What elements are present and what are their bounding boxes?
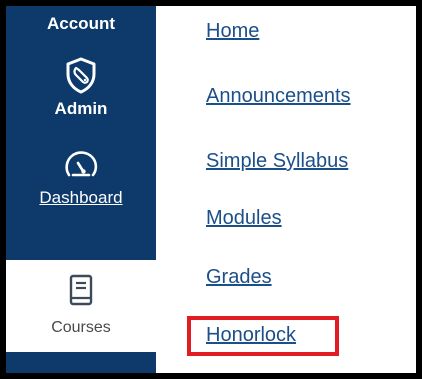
global-nav-admin[interactable]: Admin <box>6 56 156 119</box>
global-navigation: Account Admin Dashboard Courses <box>6 6 156 373</box>
course-nav-announcements[interactable]: Announcements <box>206 85 351 108</box>
course-nav-modules[interactable]: Modules <box>206 207 282 230</box>
account-label: Account <box>47 14 115 33</box>
courses-label: Courses <box>51 319 111 336</box>
shield-wrench-icon <box>6 56 156 99</box>
global-nav-dashboard[interactable]: Dashboard <box>6 149 156 208</box>
global-nav-courses[interactable]: Courses <box>6 260 156 352</box>
course-nav-simple-syllabus[interactable]: Simple Syllabus <box>206 150 348 173</box>
dashboard-label: Dashboard <box>39 188 123 207</box>
course-navigation: Home Announcements Simple Syllabus Modul… <box>156 6 416 373</box>
global-nav-account[interactable]: Account <box>6 14 156 34</box>
honorlock-highlight-box <box>187 316 339 356</box>
course-nav-home[interactable]: Home <box>206 20 259 43</box>
course-nav-grades[interactable]: Grades <box>206 266 272 289</box>
speedometer-icon <box>6 149 156 188</box>
admin-label: Admin <box>54 99 108 118</box>
screenshot-frame: Account Admin Dashboard Courses Home Ann… <box>0 0 422 379</box>
book-icon <box>6 274 156 313</box>
